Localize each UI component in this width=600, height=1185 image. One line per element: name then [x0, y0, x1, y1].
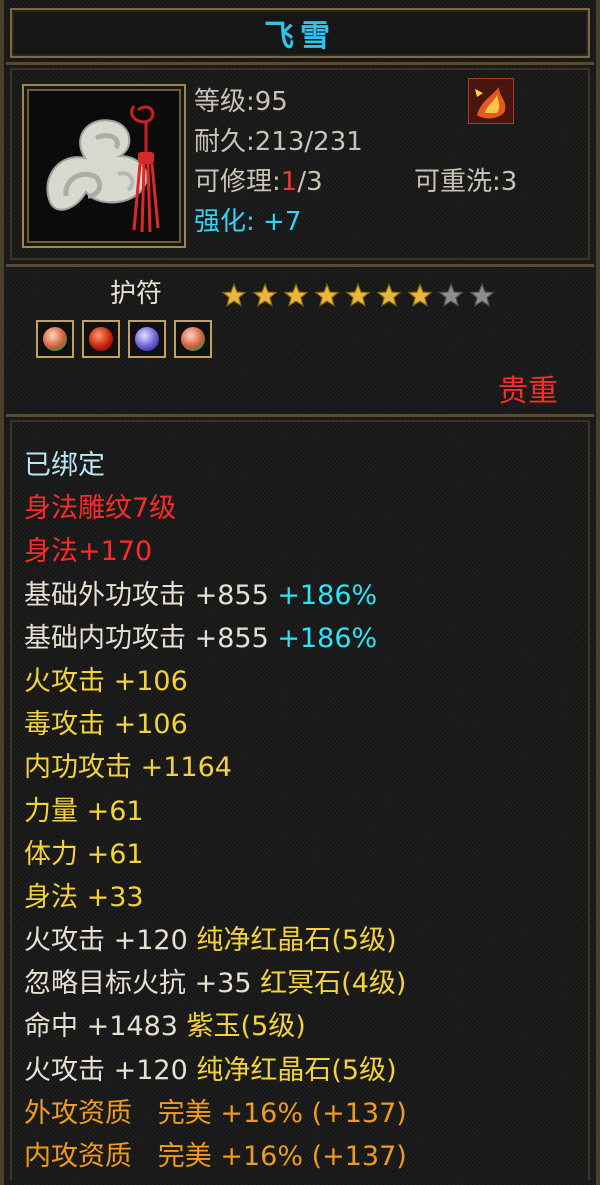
socket-4: 火攻击 +120 纯净红晶石(5级) [24, 1054, 397, 1086]
bound-status: 已绑定 [24, 450, 105, 481]
repair-row: 可修理:1/3 [194, 162, 323, 202]
attr-inner: 内功攻击 +1164 [24, 752, 232, 784]
repair-total: /3 [297, 167, 323, 197]
level-row: 等级:95 [194, 82, 288, 122]
title-bar: 飞雪 [10, 8, 590, 58]
rewash-label: 可重洗: [414, 167, 501, 197]
attr-stamina: 体力 +61 [24, 838, 144, 870]
agility-bonus: 身法+170 [24, 536, 153, 568]
level-label: 等级: [194, 87, 255, 117]
jade-amulet-icon [30, 92, 178, 240]
divider [6, 264, 594, 267]
star-empty-icon [438, 282, 464, 307]
enhance-row: 强化: +7 [194, 202, 301, 242]
star-filled-icon [252, 282, 278, 307]
item-icon-frame[interactable] [22, 84, 186, 248]
durability-row: 耐久:213/231 [194, 122, 363, 162]
fire-phoenix-icon [468, 78, 514, 124]
aptitude-external: 外攻资质 完美 +16% (+137) [24, 1097, 407, 1129]
repair-used: 1 [280, 167, 298, 197]
divider [6, 414, 594, 417]
star-filled-icon [376, 282, 402, 307]
star-filled-icon [283, 282, 309, 307]
star-filled-icon [314, 282, 340, 307]
star-empty-icon [469, 282, 495, 307]
divider [6, 62, 594, 65]
item-name: 飞雪 [264, 19, 336, 54]
durability-label: 耐久: [194, 127, 255, 157]
gem-slots [36, 320, 212, 358]
attr-agility: 身法 +33 [24, 881, 144, 913]
socket-3: 命中 +1483 紫玉(5级) [24, 1011, 306, 1043]
socket-1: 火攻击 +120 纯净红晶石(5级) [24, 925, 397, 957]
attr-int-attack: 基础内功攻击 +855 +186% [24, 622, 378, 654]
red-gem-icon[interactable] [82, 320, 120, 358]
rarity-label: 贵重 [498, 374, 558, 409]
attribute-list: 已绑定 身法雕纹7级 身法+170 基础外功攻击 +855 +186% 基础内功… [24, 444, 407, 1178]
star-filled-icon [345, 282, 371, 307]
enhance-label: 强化: [194, 207, 255, 237]
green-gem-icon[interactable] [174, 320, 212, 358]
green-gem-icon[interactable] [36, 320, 74, 358]
socket-2: 忽略目标火抗 +35 红冥石(4级) [24, 968, 407, 1000]
level-value: 95 [254, 87, 288, 117]
aptitude-internal: 内攻资质 完美 +16% (+137) [24, 1141, 407, 1172]
attr-ext-attack: 基础外功攻击 +855 +186% [24, 579, 378, 611]
star-filled-icon [407, 282, 433, 307]
attr-poison: 毒攻击 +106 [24, 709, 188, 741]
item-type-label: 护符 [110, 279, 163, 309]
attr-strength: 力量 +61 [24, 795, 144, 827]
purple-gem-icon[interactable] [128, 320, 166, 358]
repair-label: 可修理: [194, 167, 281, 197]
star-filled-icon [221, 282, 247, 307]
engrave-level: 身法雕纹7级 [24, 493, 177, 525]
star-rating [220, 282, 496, 310]
durability-value: 213/231 [254, 127, 363, 157]
attr-fire: 火攻击 +106 [24, 665, 188, 697]
enhance-value: +7 [263, 207, 302, 237]
rewash-row: 可重洗:3 [414, 162, 517, 202]
rewash-value: 3 [500, 167, 518, 197]
